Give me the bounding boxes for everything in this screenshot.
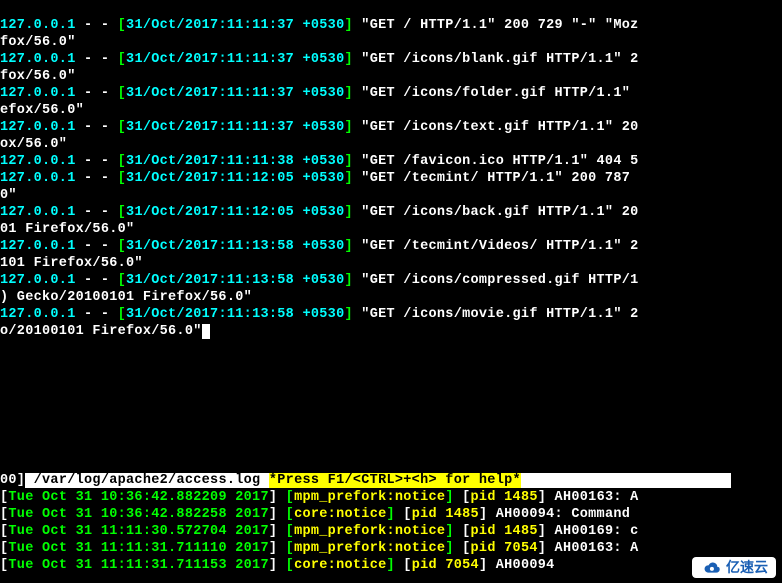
bracket: [ bbox=[118, 18, 126, 33]
cloud-icon bbox=[700, 560, 722, 576]
error-log-pane: [Tue Oct 31 10:36:42.882209 2017] [mpm_p… bbox=[0, 489, 782, 574]
status-help-hint: *Press F1/<CTRL>+<h> for help* bbox=[269, 473, 521, 488]
log-request: "GET / HTTP/1.1" 200 729 "-" "Moz bbox=[353, 18, 639, 33]
syslog-timestamp: Tue Oct 31 10:36:42.882209 2017 bbox=[8, 490, 268, 505]
empty-space bbox=[0, 340, 782, 472]
log-wrap: fox/56.0" bbox=[0, 35, 76, 50]
status-file-path: /var/log/apache2/access.log bbox=[25, 473, 269, 488]
status-counter: 00] bbox=[0, 473, 25, 488]
watermark-text: 亿速云 bbox=[726, 559, 768, 576]
watermark-badge: 亿速云 bbox=[692, 557, 776, 578]
syslog-pid: pid 1485 bbox=[471, 490, 538, 505]
log-ip: 127.0.0.1 bbox=[0, 18, 76, 33]
status-bar: 00] /var/log/apache2/access.log *Press F… bbox=[0, 472, 782, 489]
access-log-pane: 127.0.0.1 - - [31/Oct/2017:11:11:37 +053… bbox=[0, 17, 782, 340]
log-timestamp: 31/Oct/2017:11:11:37 +0530 bbox=[126, 18, 344, 33]
terminal-viewport[interactable]: 127.0.0.1 - - [31/Oct/2017:11:11:37 +053… bbox=[0, 0, 782, 583]
syslog-module: mpm_prefork:notice bbox=[294, 490, 445, 505]
cursor-icon bbox=[202, 324, 210, 339]
